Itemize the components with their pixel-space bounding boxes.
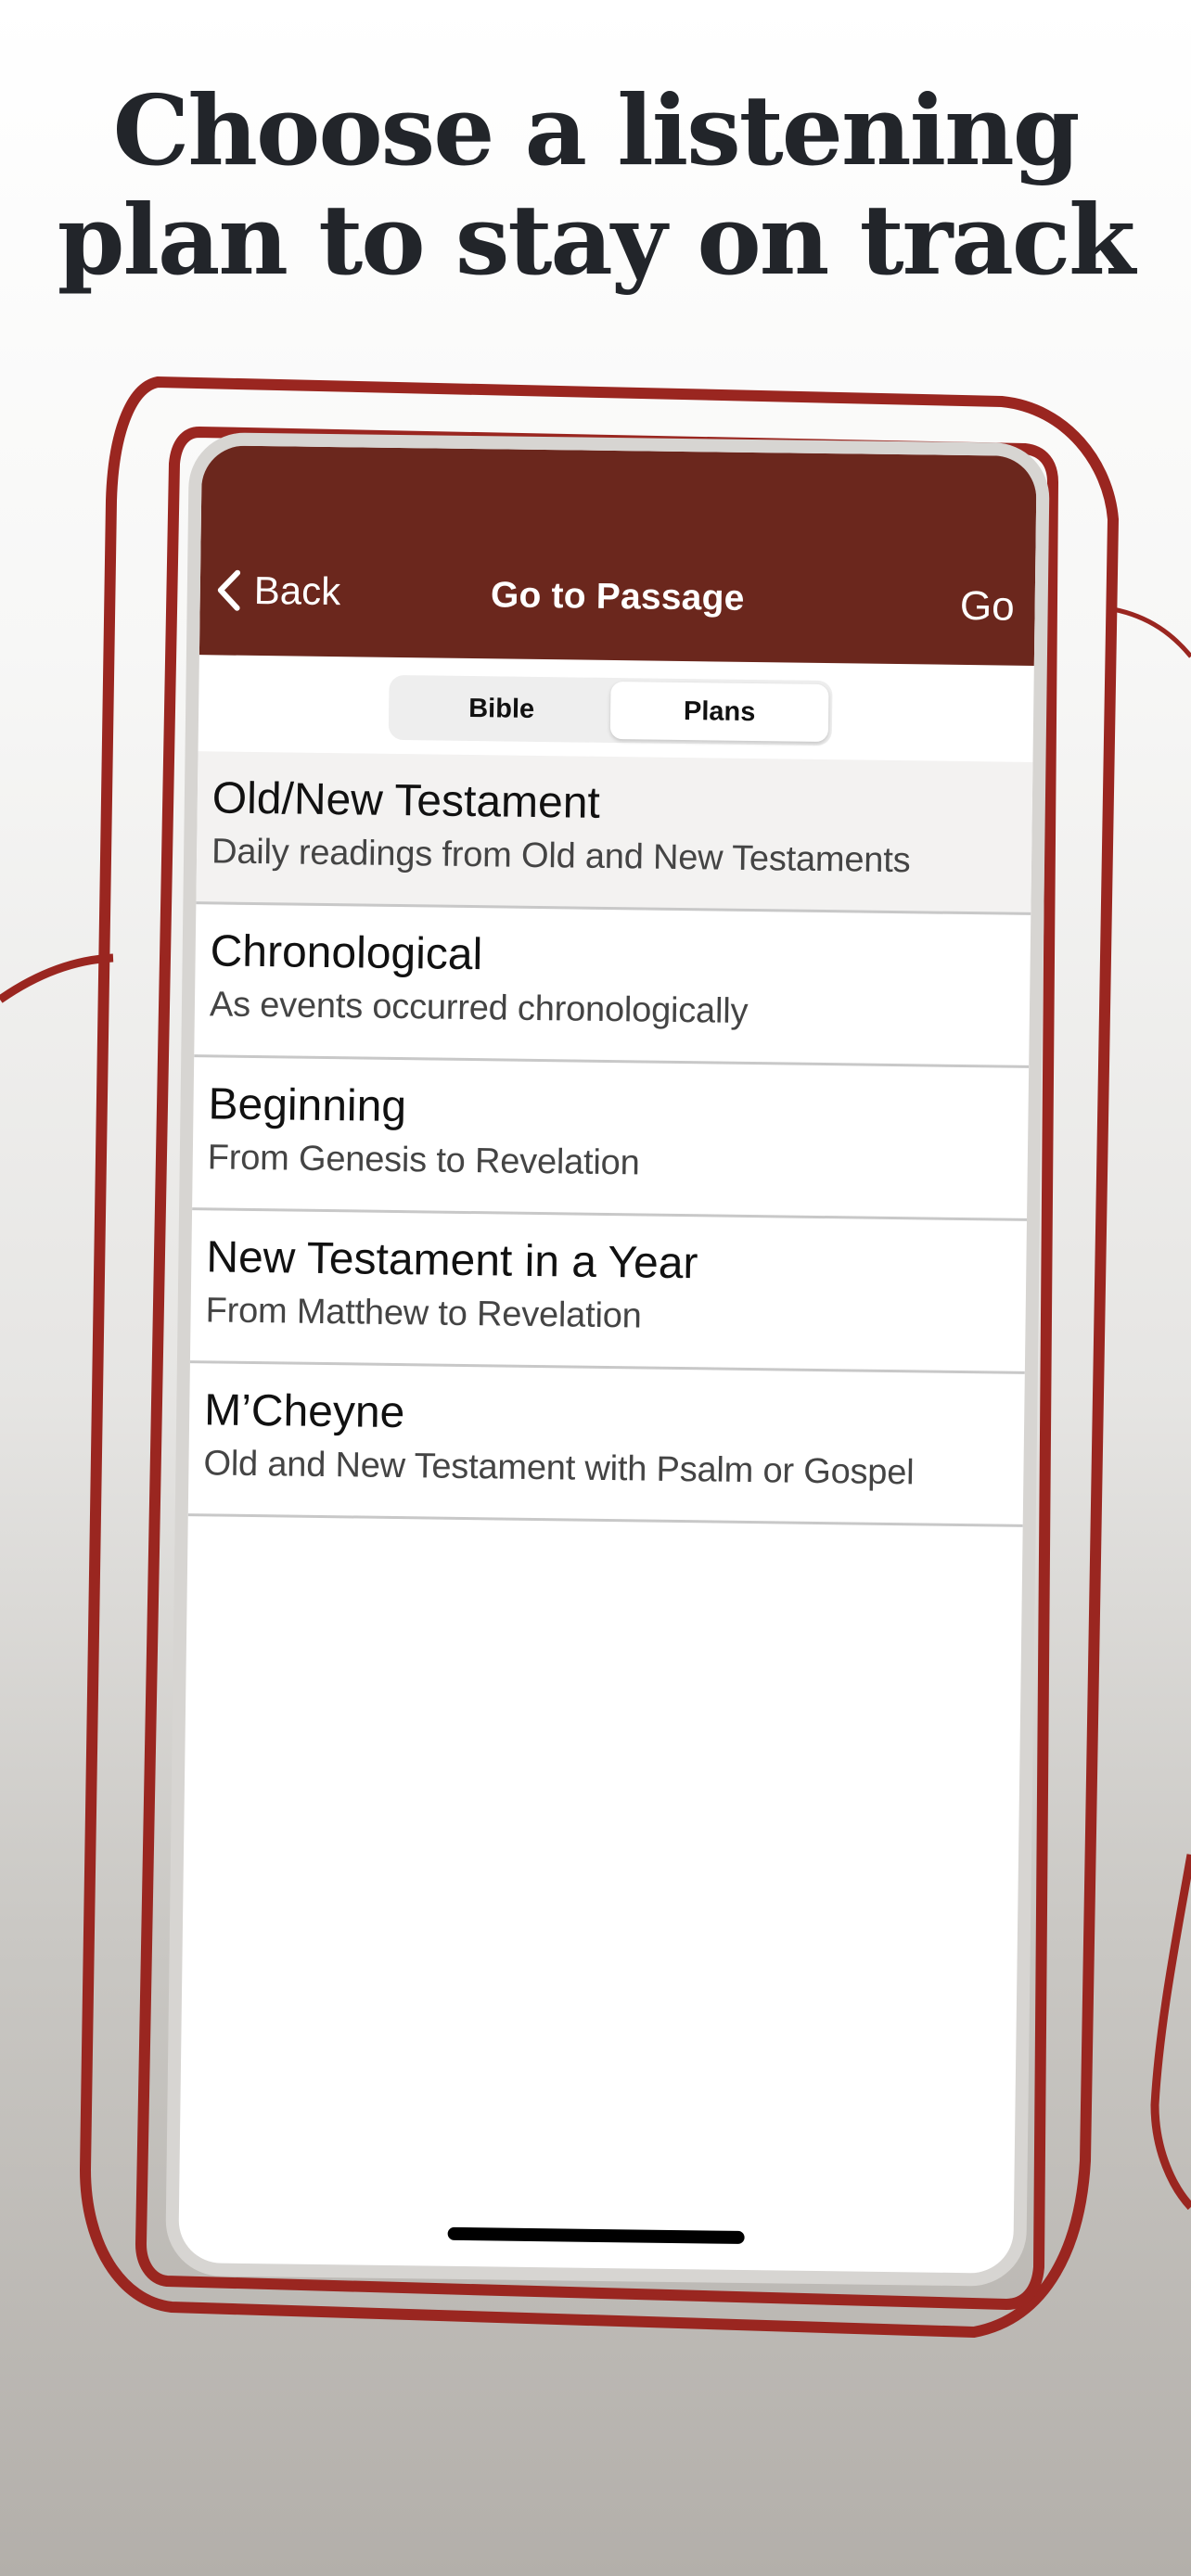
segment-bible[interactable]: Bible [392,679,611,739]
plan-title: Beginning [208,1079,407,1132]
navigation-bar: Back Go to Passage Go [198,445,1037,666]
segment-plans[interactable]: Plans [609,681,829,743]
plan-subtitle: From Genesis to Revelation [207,1138,640,1183]
plan-subtitle: Daily readings from Old and New Testamen… [211,832,911,881]
plan-subtitle: As events occurred chronologically [209,985,749,1031]
plan-row-chronological[interactable]: Chronological As events occurred chronol… [194,904,1031,1068]
phone-mockup: Back Go to Passage Go Bible Plans Old/Ne… [178,445,1037,2274]
plan-title: M’Cheyne [203,1385,405,1438]
plan-row-old-new-testament[interactable]: Old/New Testament Daily readings from Ol… [196,751,1033,915]
plan-title: Old/New Testament [211,773,601,828]
bible-plans-segmented-control: Bible Plans [388,674,833,746]
plan-row-beginning[interactable]: Beginning From Genesis to Revelation [192,1057,1030,1221]
side-swoosh-left [0,953,114,1003]
plan-title: New Testament in a Year [206,1232,698,1289]
plans-list: Old/New Testament Daily readings from Ol… [187,751,1033,1527]
plan-row-mcheyne[interactable]: M’Cheyne Old and New Testament with Psal… [187,1363,1025,1527]
side-swoosh-right [1112,606,1191,658]
plan-row-new-testament-in-a-year[interactable]: New Testament in a Year From Matthew to … [189,1210,1027,1374]
side-swoosh-right-bottom [1150,1854,1191,2211]
app-screen: Back Go to Passage Go Bible Plans Old/Ne… [178,445,1037,2274]
plan-subtitle: Old and New Testament with Psalm or Gosp… [203,1444,915,1493]
plan-subtitle: From Matthew to Revelation [205,1291,642,1336]
home-indicator[interactable] [447,2226,745,2245]
go-button[interactable]: Go [960,583,1015,631]
plan-title: Chronological [210,926,483,980]
